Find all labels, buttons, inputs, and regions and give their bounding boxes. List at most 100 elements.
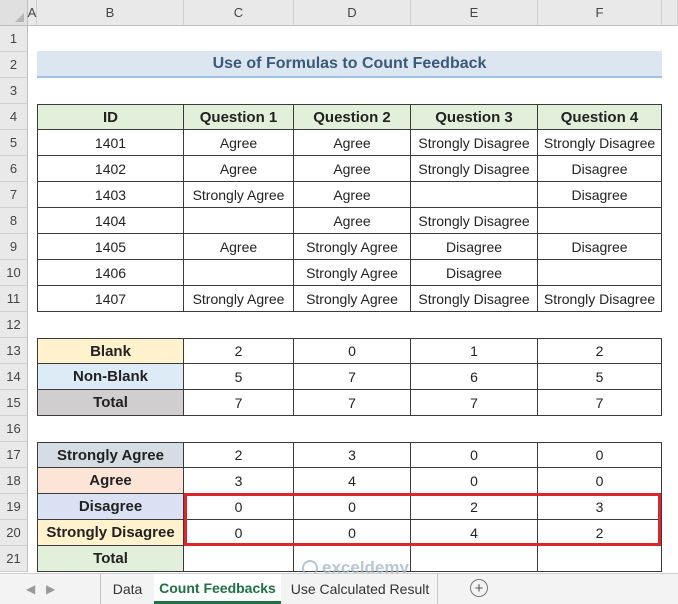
feedback-value-cell[interactable]: 2 [538,520,662,546]
count-value-cell[interactable]: 7 [294,364,411,390]
row-header-8[interactable]: 8 [0,208,28,234]
row-header-19[interactable]: 19 [0,494,28,520]
count-value-cell[interactable]: 6 [411,364,538,390]
spreadsheet-grid[interactable]: ABCDEF 1 2 3 4 5 6 7 8 9 10 11 12 13 14 15 16 17 18 19 20 21… [0,0,678,573]
table-cell[interactable]: 1406 [37,260,184,286]
count-value-cell[interactable]: 0 [294,338,411,364]
table-cell[interactable]: Agree [184,130,294,156]
row-header-18[interactable]: 18 [0,468,28,494]
feedback-value-cell[interactable]: 3 [538,494,662,520]
table-header-cell[interactable]: Question 3 [411,104,538,130]
row-header-6[interactable]: 6 [0,156,28,182]
row-header-20[interactable]: 20 [0,520,28,546]
table-cell[interactable]: Strongly Disagree [538,286,662,312]
table-cell[interactable]: Agree [294,208,411,234]
feedback-label-cell[interactable]: Agree [37,468,184,494]
count-value-cell[interactable]: 5 [184,364,294,390]
table-cell[interactable]: 1404 [37,208,184,234]
column-header-b[interactable]: B [37,0,184,26]
table-cell[interactable] [184,260,294,286]
table-cell[interactable]: Agree [294,182,411,208]
table-cell[interactable]: Disagree [538,234,662,260]
row-header-7[interactable]: 7 [0,182,28,208]
row-header-16[interactable]: 16 [0,416,28,442]
count-label-cell[interactable]: Total [37,390,184,416]
row-header-14[interactable]: 14 [0,364,28,390]
count-value-cell[interactable]: 2 [184,338,294,364]
feedback-label-cell[interactable]: Total [37,546,184,572]
feedback-value-cell[interactable] [538,546,662,572]
column-header-f[interactable]: F [538,0,662,26]
select-all-corner[interactable] [0,0,28,26]
count-value-cell[interactable]: 1 [411,338,538,364]
table-cell[interactable]: Agree [184,156,294,182]
column-header-a[interactable]: A [28,0,37,26]
row-header-4[interactable]: 4 [0,104,28,130]
table-header-cell[interactable]: Question 4 [538,104,662,130]
column-header-c[interactable]: C [184,0,294,26]
row-header-15[interactable]: 15 [0,390,28,416]
feedback-value-cell[interactable]: 0 [184,520,294,546]
feedback-value-cell[interactable]: 4 [411,520,538,546]
count-value-cell[interactable]: 7 [294,390,411,416]
count-value-cell[interactable]: 7 [411,390,538,416]
column-header-e[interactable]: E [411,0,538,26]
table-cell[interactable]: Agree [294,156,411,182]
scroll-left-icon[interactable]: ◀ [26,582,35,596]
feedback-label-cell[interactable]: Strongly Disagree [37,520,184,546]
feedback-value-cell[interactable]: 2 [411,494,538,520]
table-cell[interactable]: Strongly Disagree [411,208,538,234]
table-header-cell[interactable]: Question 2 [294,104,411,130]
feedback-value-cell[interactable]: 0 [538,442,662,468]
table-cell[interactable] [184,208,294,234]
row-header-10[interactable]: 10 [0,260,28,286]
feedback-value-cell[interactable]: 2 [184,442,294,468]
table-cell[interactable]: Strongly Disagree [411,286,538,312]
row-header-17[interactable]: 17 [0,442,28,468]
table-header-cell[interactable]: ID [37,104,184,130]
count-label-cell[interactable]: Blank [37,338,184,364]
table-cell[interactable]: Agree [184,234,294,260]
table-cell[interactable]: Disagree [538,182,662,208]
row-header-21[interactable]: 21 [0,546,28,572]
tab-use-calculated-result[interactable]: Use Calculated Result [283,574,438,604]
row-header-1[interactable]: 1 [0,26,28,52]
feedback-value-cell[interactable]: 0 [294,494,411,520]
feedback-value-cell[interactable]: 0 [294,520,411,546]
table-cell[interactable]: 1405 [37,234,184,260]
feedback-value-cell[interactable]: 3 [294,442,411,468]
table-cell[interactable]: Disagree [411,234,538,260]
table-cell[interactable]: 1401 [37,130,184,156]
row-header-13[interactable]: 13 [0,338,28,364]
table-cell[interactable]: 1407 [37,286,184,312]
table-cell[interactable]: Strongly Agree [184,182,294,208]
table-cell[interactable]: Strongly Disagree [411,130,538,156]
table-cell[interactable]: Strongly Agree [294,260,411,286]
table-cell[interactable]: Agree [294,130,411,156]
feedback-value-cell[interactable]: 3 [184,468,294,494]
sheet-title[interactable]: Use of Formulas to Count Feedback [37,51,662,78]
tab-count-feedbacks[interactable]: Count Feedbacks [154,574,281,604]
table-cell[interactable] [538,260,662,286]
count-value-cell[interactable]: 2 [538,338,662,364]
feedback-value-cell[interactable]: 0 [411,468,538,494]
count-value-cell[interactable]: 5 [538,364,662,390]
table-cell[interactable]: 1402 [37,156,184,182]
table-header-cell[interactable]: Question 1 [184,104,294,130]
table-cell[interactable]: Strongly Disagree [411,156,538,182]
row-header-9[interactable]: 9 [0,234,28,260]
table-cell[interactable]: Strongly Agree [294,286,411,312]
table-cell[interactable]: Disagree [411,260,538,286]
feedback-value-cell[interactable]: 0 [538,468,662,494]
count-value-cell[interactable]: 7 [184,390,294,416]
row-header-2[interactable]: 2 [0,52,28,78]
tab-data[interactable]: Data [100,574,154,604]
table-cell[interactable]: Strongly Disagree [538,130,662,156]
row-header-5[interactable]: 5 [0,130,28,156]
table-cell[interactable]: Strongly Agree [294,234,411,260]
row-header-11[interactable]: 11 [0,286,28,312]
feedback-value-cell[interactable]: 4 [294,468,411,494]
column-header-d[interactable]: D [294,0,411,26]
table-cell[interactable]: 1403 [37,182,184,208]
row-header-3[interactable]: 3 [0,78,28,104]
